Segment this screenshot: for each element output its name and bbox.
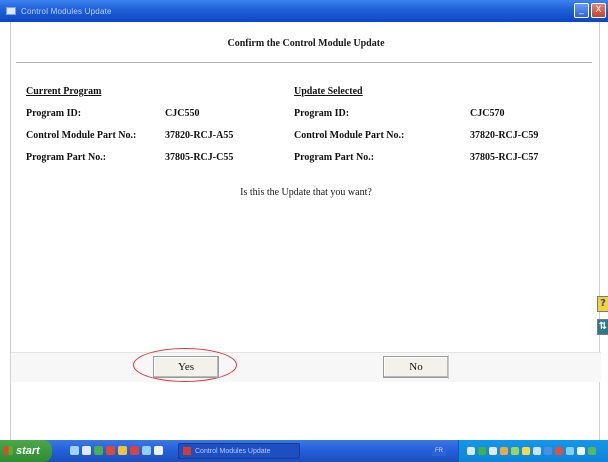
quicklaunch-icon[interactable]	[82, 446, 91, 455]
quicklaunch-icon[interactable]	[106, 446, 115, 455]
tray-icon[interactable]	[577, 447, 585, 455]
button-strip	[11, 352, 601, 382]
taskbar: start Control Modules Update FR	[0, 440, 608, 462]
dialog-heading: Confirm the Control Module Update	[227, 38, 385, 49]
app-task-icon	[183, 447, 191, 455]
update-program-part-label: Program Part No.:	[294, 152, 375, 163]
tray-icon[interactable]	[533, 447, 541, 455]
start-label: start	[16, 445, 40, 457]
quicklaunch-icon[interactable]	[154, 446, 163, 455]
tray-icon[interactable]	[478, 447, 486, 455]
system-tray	[458, 440, 608, 462]
quicklaunch-icon[interactable]	[142, 446, 151, 455]
language-indicator[interactable]: FR	[432, 447, 446, 456]
yes-button[interactable]: Yes	[153, 356, 219, 378]
windows-flag-icon	[4, 446, 13, 455]
current-program-id-label: Program ID:	[26, 108, 82, 119]
button-separator	[448, 355, 449, 379]
quicklaunch-icon[interactable]	[94, 446, 103, 455]
tray-icon[interactable]	[511, 447, 519, 455]
quicklaunch-icon[interactable]	[130, 446, 139, 455]
update-module-part-label: Control Module Part No.:	[294, 130, 405, 141]
tray-icon[interactable]	[588, 447, 596, 455]
tool-icon[interactable]: ⇅	[597, 319, 608, 335]
tray-icon[interactable]	[544, 447, 552, 455]
dialog-client-area: Confirm the Control Module Update Curren…	[10, 22, 601, 440]
close-button[interactable]: X	[591, 3, 606, 18]
current-program-part-label: Program Part No.:	[26, 152, 107, 163]
header-divider	[16, 62, 592, 63]
tray-icon[interactable]	[522, 447, 530, 455]
update-program-id-value: CJC570	[470, 108, 505, 119]
window-controls: _ X	[574, 3, 606, 18]
tray-icon[interactable]	[500, 447, 508, 455]
help-icon[interactable]: ?	[597, 296, 608, 312]
current-program-header: Current Program	[26, 86, 102, 97]
window-titlebar[interactable]: Control Modules Update _ X	[0, 0, 608, 22]
tray-icon[interactable]	[467, 447, 475, 455]
tray-icon[interactable]	[566, 447, 574, 455]
start-button[interactable]: start	[0, 440, 52, 462]
task-item-label: Control Modules Update	[195, 447, 271, 455]
no-button[interactable]: No	[383, 356, 449, 378]
update-selected-header: Update Selected	[294, 86, 363, 97]
current-module-part-label: Control Module Part No.:	[26, 130, 137, 141]
update-module-part-value: 37820-RCJ-C59	[470, 130, 539, 141]
quicklaunch-icon[interactable]	[70, 446, 79, 455]
update-program-part-value: 37805-RCJ-C57	[470, 152, 539, 163]
minimize-button[interactable]: _	[574, 3, 589, 18]
update-program-id-label: Program ID:	[294, 108, 350, 119]
current-program-part-value: 37805-RCJ-C55	[165, 152, 234, 163]
tray-icon[interactable]	[489, 447, 497, 455]
tray-icon[interactable]	[555, 447, 563, 455]
current-module-part-value: 37820-RCJ-A55	[165, 130, 234, 141]
app-icon	[6, 7, 16, 15]
window-title: Control Modules Update	[21, 6, 112, 16]
taskbar-item-control-modules-update[interactable]: Control Modules Update	[178, 443, 300, 459]
quicklaunch-icon[interactable]	[118, 446, 127, 455]
confirmation-question: Is this the Update that you want?	[240, 187, 372, 198]
quick-launch	[70, 446, 163, 455]
current-program-id-value: CJC550	[165, 108, 200, 119]
